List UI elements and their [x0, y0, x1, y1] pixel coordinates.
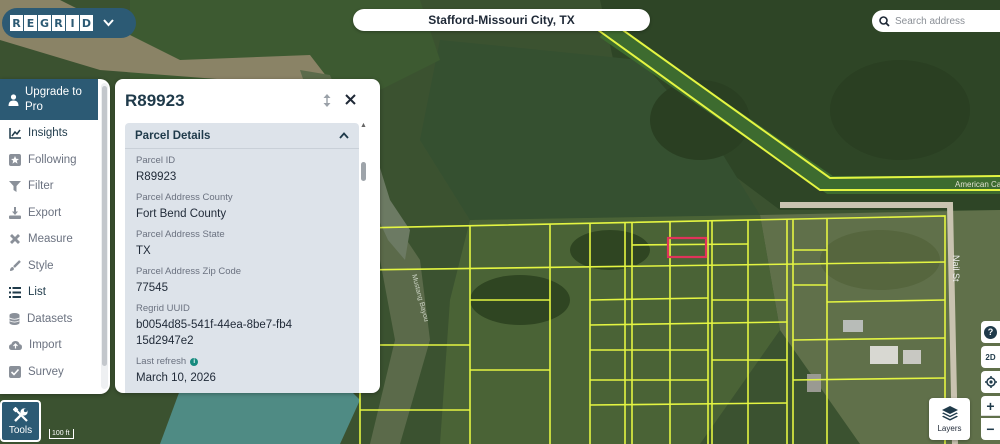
regrid-logo-menu[interactable]: R E G R I D [2, 8, 136, 38]
help-icon: ? [984, 325, 997, 339]
logo-letter: G [38, 15, 51, 31]
sidebar-item-import[interactable]: Import [0, 332, 110, 359]
cloud-upload-icon [9, 341, 22, 351]
map-scale: 100 ft [49, 429, 74, 439]
field-label: Parcel Address Zip Code [136, 266, 242, 277]
zoom-out-button[interactable]: − [981, 418, 1000, 440]
field-label: Parcel Address County [136, 192, 233, 203]
logo-letter: R [52, 15, 65, 31]
layers-label: Layers [937, 423, 962, 433]
sidebar-item-survey[interactable]: Survey [0, 359, 110, 386]
location-title[interactable]: Stafford-Missouri City, TX [353, 9, 650, 31]
chevron-down-icon[interactable] [103, 16, 114, 30]
sidebar-item-datasets[interactable]: Datasets [0, 306, 110, 333]
locate-button[interactable] [981, 371, 1000, 393]
parcel-details-header[interactable]: Parcel Details [125, 123, 359, 149]
brush-icon [10, 259, 21, 271]
sidebar-item-label: Import [29, 339, 62, 352]
info-icon[interactable]: i [190, 358, 199, 366]
sidebar-item-style[interactable]: Style [0, 253, 110, 280]
chevron-up-icon[interactable] [339, 132, 349, 139]
star-icon [9, 153, 21, 166]
parcel-details-section: Parcel Details Parcel ID R89923 Parcel A… [125, 123, 359, 393]
close-icon[interactable] [345, 90, 356, 110]
street-label-nail: Nail St [951, 255, 961, 282]
chart-line-icon [9, 127, 21, 139]
search-input[interactable] [895, 15, 995, 27]
zoom-in-button[interactable]: + [981, 396, 1000, 416]
sidebar-item-label: Survey [28, 365, 64, 378]
database-icon [9, 312, 20, 325]
parcel-panel-title: R89923 [125, 91, 185, 110]
field-label: Parcel Address State [136, 229, 225, 240]
regrid-logo: R E G R I D [10, 15, 93, 31]
field-value: Fort Bend County [136, 208, 227, 220]
sidebar-item-filter[interactable]: Filter [0, 173, 110, 200]
parcel-details-body: Parcel ID R89923 Parcel Address County F… [125, 149, 359, 386]
field-label-row: Last refresh i [136, 356, 359, 368]
sidebar-item-label: Insights [28, 127, 68, 140]
field-parcel-id: Parcel ID R89923 [136, 155, 359, 185]
field-zip: Parcel Address Zip Code 77545 [136, 266, 359, 296]
panel-scrollbar-thumb[interactable] [361, 162, 366, 181]
sidebar-item-label: Measure [28, 233, 73, 246]
logo-letter: E [24, 15, 37, 31]
field-label: Regrid UUID [136, 303, 190, 314]
tools-label: Tools [8, 424, 33, 436]
street-label-american: American Ca [955, 180, 1000, 189]
help-button[interactable]: ? [981, 321, 1000, 343]
sidebar-item-label: Export [28, 206, 62, 219]
left-sidebar: Upgrade to Pro Insights Following Filter… [0, 79, 110, 394]
view-mode-toggle[interactable]: 2D [981, 346, 1000, 368]
field-value: March 10, 2026 [136, 372, 216, 384]
funnel-icon [9, 180, 21, 192]
sidebar-item-export[interactable]: Export [0, 200, 110, 227]
ruler-icon [10, 234, 20, 245]
tools-icon [12, 406, 28, 422]
scroll-up-arrow-icon[interactable]: ▲ [360, 122, 367, 129]
field-county: Parcel Address County Fort Bend County [136, 192, 359, 222]
list-icon [9, 286, 21, 298]
upgrade-to-pro-button[interactable]: Upgrade to Pro [0, 79, 98, 120]
layers-button[interactable]: Layers [929, 398, 970, 440]
field-value: R89923 [136, 171, 177, 183]
sidebar-item-label: List [28, 286, 46, 299]
logo-letter: I [66, 15, 79, 31]
sidebar-item-label: Filter [28, 180, 54, 193]
sidebar-item-measure[interactable]: Measure [0, 226, 110, 253]
logo-letter: R [10, 15, 23, 31]
sidebar-item-label: Datasets [27, 312, 73, 325]
field-value: 77545 [136, 282, 168, 294]
field-value: b0054d85-541f-44ea-8be7-fb415d2947e2 [136, 319, 293, 347]
sidebar-item-following[interactable]: Following [0, 147, 110, 174]
field-label: Last refresh [136, 356, 187, 367]
upgrade-label: Upgrade to Pro [25, 85, 82, 113]
field-uuid: Regrid UUID b0054d85-541f-44ea-8be7-fb41… [136, 303, 359, 349]
checkbox-icon [9, 365, 21, 378]
parcel-panel: R89923 Parcel Details Parcel ID R89923 P… [115, 79, 380, 393]
search-bar[interactable] [872, 10, 1000, 32]
download-icon [9, 206, 21, 219]
sidebar-item-label: Style [28, 259, 54, 272]
logo-letter: D [80, 15, 93, 31]
search-icon [879, 15, 890, 27]
section-title: Parcel Details [135, 129, 211, 142]
sidebar-item-label: Following [28, 153, 77, 166]
tools-button[interactable]: Tools [0, 400, 41, 442]
sidebar-item-list[interactable]: List [0, 279, 110, 306]
field-value: TX [136, 245, 151, 257]
crosshair-icon [984, 376, 997, 388]
layers-icon [941, 405, 958, 421]
field-label: Parcel ID [136, 155, 176, 166]
user-icon [8, 93, 19, 106]
resize-vertical-icon[interactable] [323, 94, 331, 110]
sidebar-scrollbar-thumb[interactable] [102, 86, 107, 366]
sidebar-item-insights[interactable]: Insights [0, 120, 110, 147]
field-last-refresh: Last refresh i March 10, 2026 [136, 356, 359, 386]
field-state: Parcel Address State TX [136, 229, 359, 259]
